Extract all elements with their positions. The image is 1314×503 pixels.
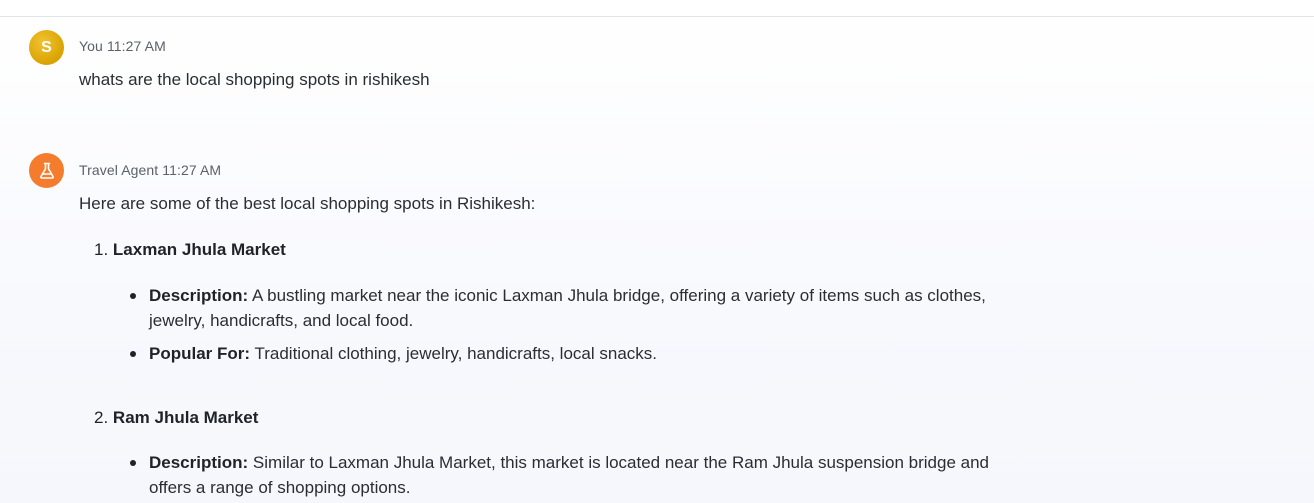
bullet-text-continued: offers a range of shopping options. [149, 478, 411, 497]
agent-message: Travel Agent 11:27 AM Here are some of t… [0, 0, 1314, 503]
agent-intro-text: Here are some of the best local shopping… [79, 194, 536, 213]
bullet-text: A bustling market near the iconic Laxman… [251, 286, 986, 305]
agent-sender-name: Travel Agent [79, 162, 159, 178]
agent-message-meta: Travel Agent 11:27 AM [79, 162, 221, 178]
flask-icon [39, 162, 54, 179]
bullet-label: Description: [149, 286, 249, 305]
bullet-item: Description: A bustling market near the … [130, 283, 1049, 333]
bullet-label: Popular For: [149, 344, 251, 363]
bullet-item: Description: Similar to Laxman Jhula Mar… [130, 450, 1049, 500]
agent-message-time: 11:27 AM [162, 162, 222, 178]
bullet-text: Traditional clothing, jewelry, handicraf… [254, 344, 657, 363]
list-item-title: Laxman Jhula Market [112, 240, 286, 259]
bullet-text-continued: jewelry, handicrafts, and local food. [149, 311, 414, 330]
list-item: 1. Laxman Jhula Market [94, 240, 286, 260]
list-item-title: Ram Jhula Market [112, 408, 259, 427]
bullet-text: Similar to Laxman Jhula Market, this mar… [252, 453, 990, 472]
bullet-item: Popular For: Traditional clothing, jewel… [130, 341, 1049, 366]
list-item-number: 2. [94, 408, 109, 427]
list-item-number: 1. [94, 240, 109, 259]
bullet-label: Description: [149, 453, 249, 472]
agent-avatar [29, 153, 64, 188]
list-item: 2. Ram Jhula Market [94, 408, 258, 428]
